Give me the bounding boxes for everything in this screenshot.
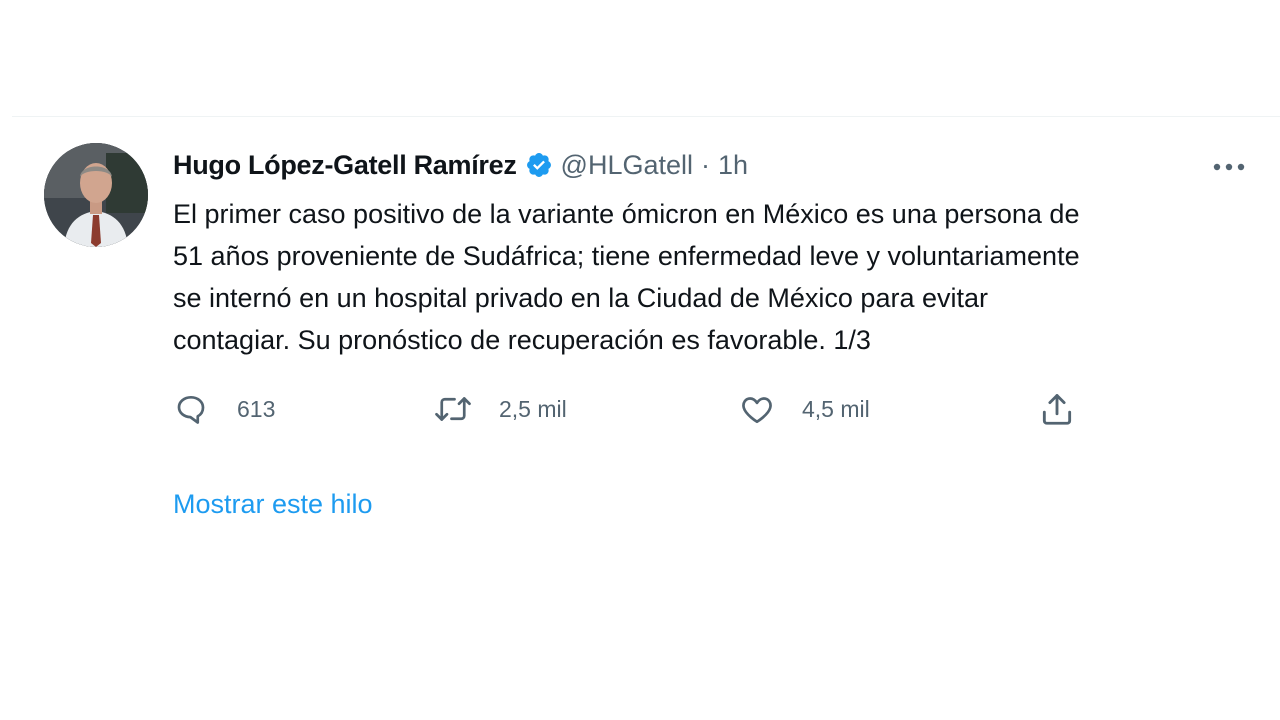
reply-button[interactable]: 613 xyxy=(173,387,275,431)
share-button[interactable] xyxy=(1038,387,1076,431)
share-icon xyxy=(1038,390,1076,428)
author-handle[interactable]: @HLGatell xyxy=(561,147,693,183)
show-thread-link[interactable]: Mostrar este hilo xyxy=(173,484,373,524)
tweet[interactable]: Hugo López-Gatell Ramírez @HLGatell · 1h… xyxy=(0,117,1280,720)
more-options-icon[interactable] xyxy=(1208,153,1250,181)
avatar-image xyxy=(44,143,148,247)
verified-badge-icon xyxy=(525,151,553,179)
retweet-count: 2,5 mil xyxy=(499,395,567,422)
tweet-actions: 613 2,5 mil 4,5 mil xyxy=(173,387,1093,431)
retweet-icon xyxy=(433,391,473,427)
like-button[interactable]: 4,5 mil xyxy=(738,387,870,431)
heart-icon xyxy=(738,391,776,427)
tweet-page: Hugo López-Gatell Ramírez @HLGatell · 1h… xyxy=(0,0,1280,720)
tweet-header: Hugo López-Gatell Ramírez @HLGatell · 1h xyxy=(173,147,748,183)
avatar[interactable] xyxy=(44,143,148,247)
separator-dot: · xyxy=(701,150,711,180)
tweet-timestamp[interactable]: 1h xyxy=(718,147,748,183)
like-count: 4,5 mil xyxy=(802,395,870,422)
reply-icon xyxy=(173,391,209,427)
reply-count: 613 xyxy=(237,395,276,422)
author-name[interactable]: Hugo López-Gatell Ramírez xyxy=(173,147,517,183)
retweet-button[interactable]: 2,5 mil xyxy=(433,387,567,431)
tweet-text: El primer caso positivo de la variante ó… xyxy=(173,199,1080,355)
